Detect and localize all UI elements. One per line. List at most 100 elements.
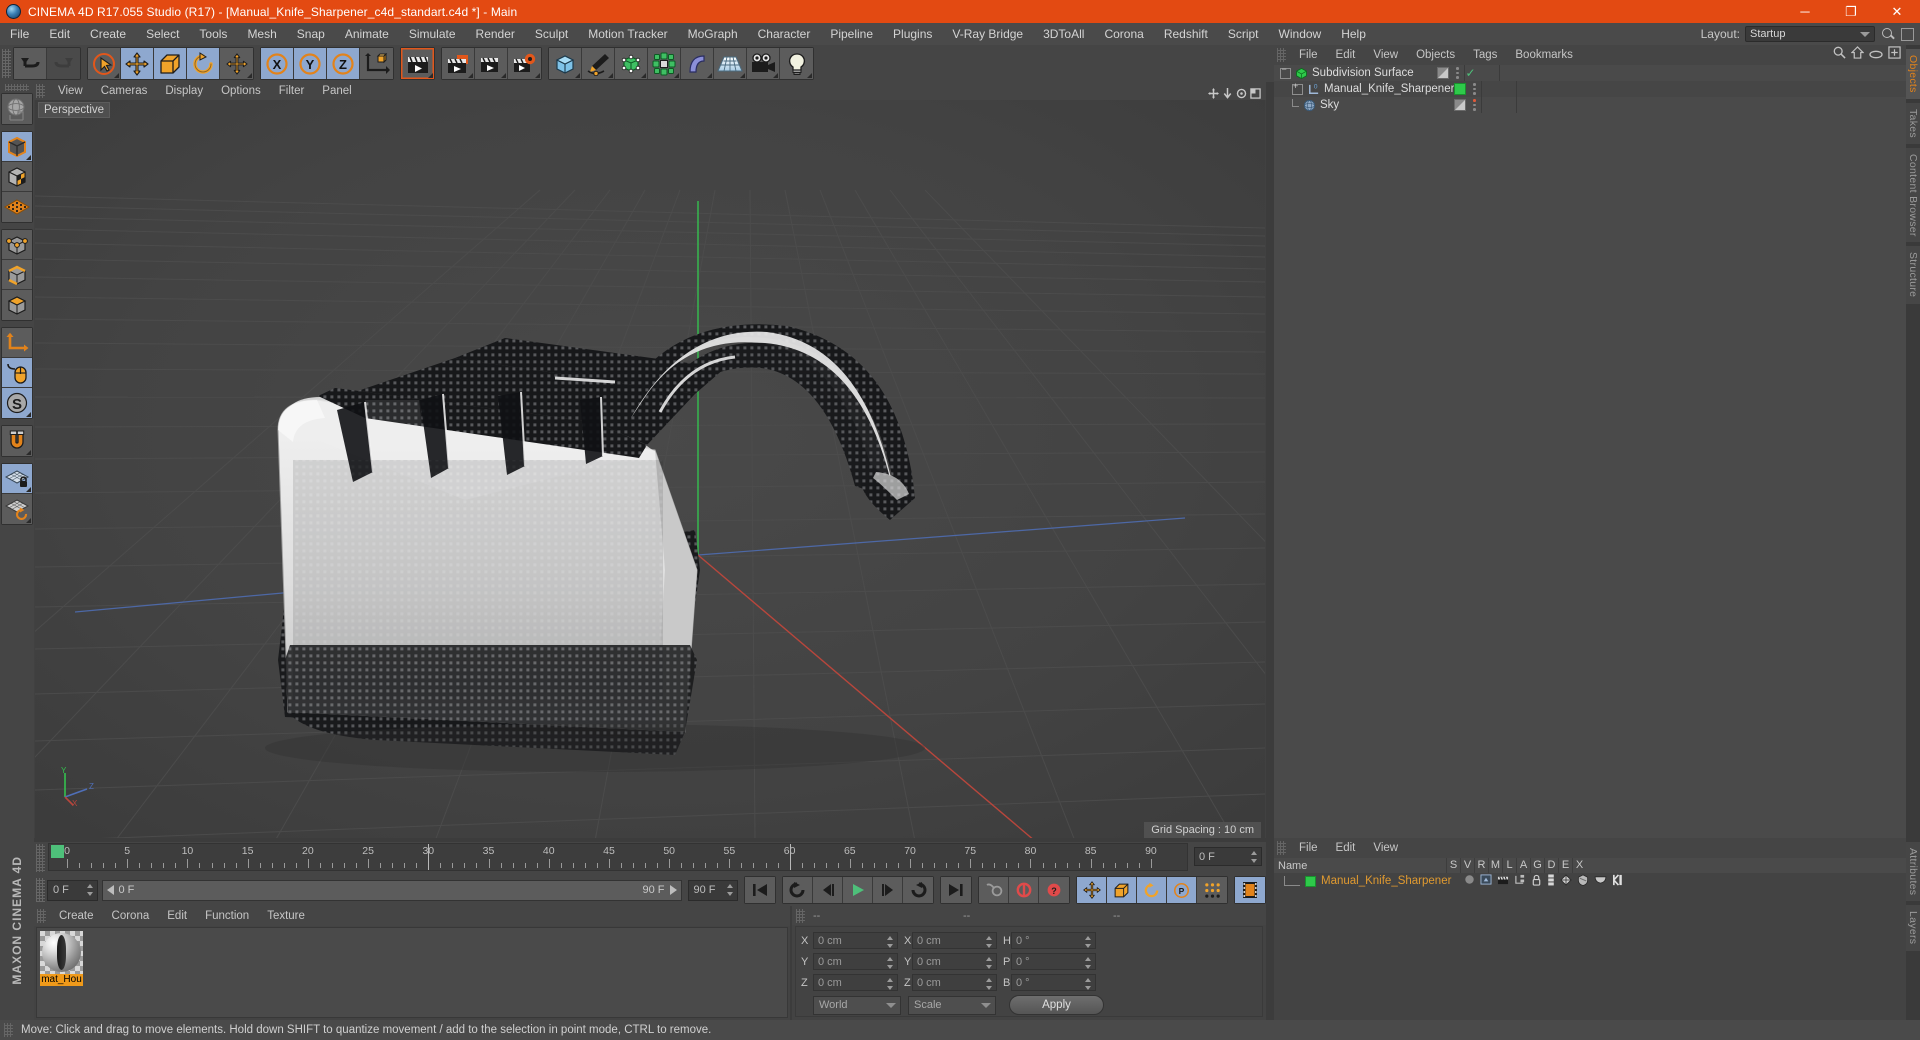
move-tool-button[interactable] — [121, 48, 154, 79]
live-selection-button[interactable] — [88, 48, 121, 79]
menu-item-tools[interactable]: Tools — [189, 23, 237, 45]
object-row-manual-knife-sharpener[interactable]: 0 Manual_Knife_Sharpener — [1274, 81, 1906, 97]
column-e[interactable]: E — [1558, 858, 1572, 873]
workplane-lock-button[interactable] — [2, 464, 32, 494]
render-region-button[interactable] — [442, 48, 475, 79]
column-a[interactable]: A — [1516, 858, 1530, 873]
menu-item-plugins[interactable]: Plugins — [883, 23, 942, 45]
range-left-arrow-icon[interactable] — [106, 885, 114, 895]
rot-h-field[interactable]: 0 ° — [1011, 932, 1096, 949]
add-environment-button[interactable] — [714, 48, 747, 79]
object-menu-file[interactable]: File — [1290, 45, 1327, 65]
material-list[interactable]: mat_Hou — [36, 927, 788, 1018]
column-s[interactable]: S — [1446, 858, 1460, 873]
protect-tag-icon[interactable] — [1577, 873, 1589, 889]
column-l[interactable]: L — [1502, 858, 1516, 873]
spinner-icon[interactable] — [887, 978, 894, 990]
menu-item-edit[interactable]: Edit — [39, 23, 80, 45]
maximize-button[interactable]: ❐ — [1828, 0, 1874, 23]
lock-icon[interactable] — [1531, 874, 1542, 889]
render-to-pv-button[interactable] — [475, 48, 508, 79]
menu-item-corona[interactable]: Corona — [1094, 23, 1153, 45]
twirl-minus-icon[interactable] — [1280, 64, 1291, 79]
material-item[interactable]: mat_Hou — [40, 931, 83, 986]
workplane-rotate-button[interactable] — [2, 494, 32, 524]
column-d[interactable]: D — [1544, 858, 1558, 873]
menu-item-pipeline[interactable]: Pipeline — [820, 23, 883, 45]
menu-item-script[interactable]: Script — [1218, 23, 1269, 45]
undo-button[interactable] — [14, 48, 47, 79]
go-to-end-button[interactable] — [941, 877, 971, 903]
tab-takes[interactable]: Takes — [1906, 102, 1920, 144]
spinner-icon[interactable] — [1085, 957, 1092, 969]
rot-p-field[interactable]: 0 ° — [1011, 953, 1096, 970]
solo-dot-icon[interactable] — [1464, 874, 1475, 888]
viewport-menu-view[interactable]: View — [49, 82, 92, 100]
left-toolbar-grip[interactable] — [5, 84, 29, 91]
rotate-tool-button[interactable] — [187, 48, 220, 79]
add-nurbs-button[interactable] — [615, 48, 648, 79]
object-menu-edit[interactable]: Edit — [1327, 45, 1365, 65]
viewport-menu-panel[interactable]: Panel — [313, 82, 360, 100]
world-object-coord-button[interactable] — [360, 48, 393, 79]
spinner-icon[interactable] — [986, 978, 993, 990]
position-key-button[interactable] — [1077, 877, 1107, 903]
menu-item-file[interactable]: File — [0, 23, 39, 45]
material-menu-function[interactable]: Function — [196, 906, 258, 926]
add-spline-button[interactable] — [582, 48, 615, 79]
add-camera-button[interactable] — [747, 48, 780, 79]
object-row-sky[interactable]: Sky — [1274, 97, 1906, 113]
timeline-playhead[interactable] — [789, 844, 791, 870]
pos-y-field[interactable]: 0 cm — [813, 953, 898, 970]
timeline-frame-field[interactable]: 0 F — [1194, 847, 1262, 866]
visibility-dots-swatch[interactable] — [1454, 99, 1466, 111]
attributes-grip[interactable] — [1277, 841, 1286, 855]
spinner-icon[interactable] — [1085, 978, 1092, 990]
twirl-plus-icon[interactable] — [1292, 81, 1303, 95]
column-x[interactable]: X — [1572, 858, 1586, 873]
object-menu-tags[interactable]: Tags — [1464, 45, 1506, 65]
viewport-menu-display[interactable]: Display — [156, 82, 212, 100]
polygon-mode-button[interactable] — [2, 290, 32, 320]
new-layer-icon[interactable] — [1888, 46, 1901, 64]
attr-menu-file[interactable]: File — [1290, 838, 1327, 858]
add-array-button[interactable] — [648, 48, 681, 79]
viewport-menu-filter[interactable]: Filter — [270, 82, 314, 100]
rotation-key-button[interactable] — [1137, 877, 1167, 903]
object-menu-bookmarks[interactable]: Bookmarks — [1506, 45, 1582, 65]
material-menu-texture[interactable]: Texture — [258, 906, 314, 926]
texture-mode-button[interactable] — [2, 162, 32, 192]
attributes-object-row[interactable]: Manual_Knife_Sharpener — [1274, 873, 1906, 889]
new-layout-icon[interactable] — [1901, 27, 1914, 41]
apply-button[interactable]: Apply — [1009, 995, 1104, 1015]
play-button[interactable] — [843, 877, 873, 903]
spinner-icon[interactable] — [986, 957, 993, 969]
add-deformer-button[interactable] — [681, 48, 714, 79]
layout-dropdown[interactable]: Startup — [1745, 26, 1875, 42]
column-r[interactable]: R — [1474, 858, 1488, 873]
render-settings-button[interactable] — [508, 48, 541, 79]
render-tag-icon[interactable] — [1497, 874, 1509, 888]
ellipse-icon[interactable] — [1869, 46, 1883, 64]
add-cube-button[interactable] — [549, 48, 582, 79]
display-tag-icon[interactable] — [1480, 874, 1492, 888]
visibility-dots-swatch[interactable] — [1437, 67, 1449, 79]
size-x-field[interactable]: 0 cm — [912, 932, 997, 949]
z-axis-lock-button[interactable]: Z — [327, 48, 360, 79]
menu-item-window[interactable]: Window — [1269, 23, 1332, 45]
current-frame-field[interactable]: 0 F — [47, 879, 98, 901]
coordinates-grip[interactable] — [796, 908, 805, 923]
playback-grip[interactable] — [36, 878, 45, 902]
menu-item-help[interactable]: Help — [1331, 23, 1376, 45]
soft-selection-button[interactable]: S — [2, 388, 32, 418]
add-light-button[interactable] — [780, 48, 813, 79]
timeline-button[interactable] — [1235, 877, 1265, 903]
layer-icon[interactable] — [1547, 873, 1555, 889]
param-key-button[interactable]: P — [1167, 877, 1197, 903]
attr-menu-edit[interactable]: Edit — [1327, 838, 1365, 858]
compositing-tag-icon[interactable] — [1514, 874, 1526, 888]
object-menu-view[interactable]: View — [1364, 45, 1407, 65]
spinner-icon[interactable] — [887, 936, 894, 948]
column-v[interactable]: V — [1460, 858, 1474, 873]
autokey-toggle-button[interactable] — [979, 877, 1009, 903]
